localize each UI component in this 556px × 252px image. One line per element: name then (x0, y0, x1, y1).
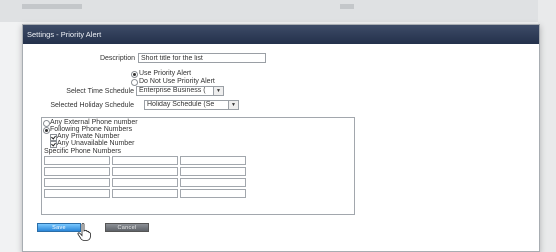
use-priority-alert-radio[interactable] (131, 71, 138, 78)
any-private-checkbox[interactable] (50, 134, 57, 141)
holiday-schedule-select[interactable]: Holiday Schedule (Se ▼ (144, 100, 239, 110)
any-unavailable-checkbox[interactable] (50, 141, 57, 148)
following-numbers-label: Following Phone Numbers (50, 126, 133, 133)
background-header (0, 0, 556, 22)
settings-dialog: Settings - Priority Alert Description Us… (22, 24, 540, 252)
specific-numbers-label: Specific Phone Numbers (44, 148, 122, 155)
cancel-button[interactable]: Cancel (105, 223, 149, 232)
hand-cursor-icon (77, 223, 91, 241)
phone-number-field[interactable] (180, 189, 246, 198)
page-scroll-edge (538, 0, 556, 252)
dropdown-arrow-icon: ▼ (228, 101, 238, 109)
phone-number-field[interactable] (112, 178, 178, 187)
phone-number-field[interactable] (112, 167, 178, 176)
do-not-use-priority-alert-label: Do Not Use Priority Alert (139, 78, 215, 85)
any-external-radio[interactable] (43, 120, 50, 127)
phone-number-field[interactable] (112, 156, 178, 165)
use-priority-alert-label: Use Priority Alert (139, 70, 192, 77)
description-input[interactable] (138, 53, 266, 63)
dialog-title: Settings - Priority Alert (23, 25, 539, 44)
any-private-label: Any Private Number (57, 133, 120, 140)
phone-number-field[interactable] (112, 189, 178, 198)
phone-number-field[interactable] (44, 156, 110, 165)
phone-number-field[interactable] (44, 167, 110, 176)
phone-number-field[interactable] (180, 167, 246, 176)
following-numbers-radio[interactable] (43, 127, 50, 134)
time-schedule-select[interactable]: Enterprise Business ( ▼ (136, 86, 224, 96)
save-button[interactable]: Save (37, 223, 81, 232)
any-external-label: Any External Phone number (50, 119, 138, 126)
time-schedule-label: Select Time Schedule (66, 88, 134, 95)
dropdown-arrow-icon: ▼ (213, 87, 223, 95)
phone-number-field[interactable] (44, 178, 110, 187)
phone-number-field[interactable] (180, 178, 246, 187)
holiday-schedule-value: Holiday Schedule (Se (147, 101, 215, 108)
background-blur-text (22, 4, 82, 9)
background-blur-text (340, 4, 354, 9)
any-unavailable-label: Any Unavailable Number (57, 140, 135, 147)
phone-number-field[interactable] (180, 156, 246, 165)
time-schedule-value: Enterprise Business ( (139, 87, 206, 94)
phone-number-field[interactable] (44, 189, 110, 198)
description-label: Description (99, 55, 135, 62)
do-not-use-priority-alert-radio[interactable] (131, 79, 138, 86)
holiday-schedule-label: Selected Holiday Schedule (50, 102, 134, 109)
phone-numbers-panel: Any External Phone number Following Phon… (41, 117, 355, 215)
